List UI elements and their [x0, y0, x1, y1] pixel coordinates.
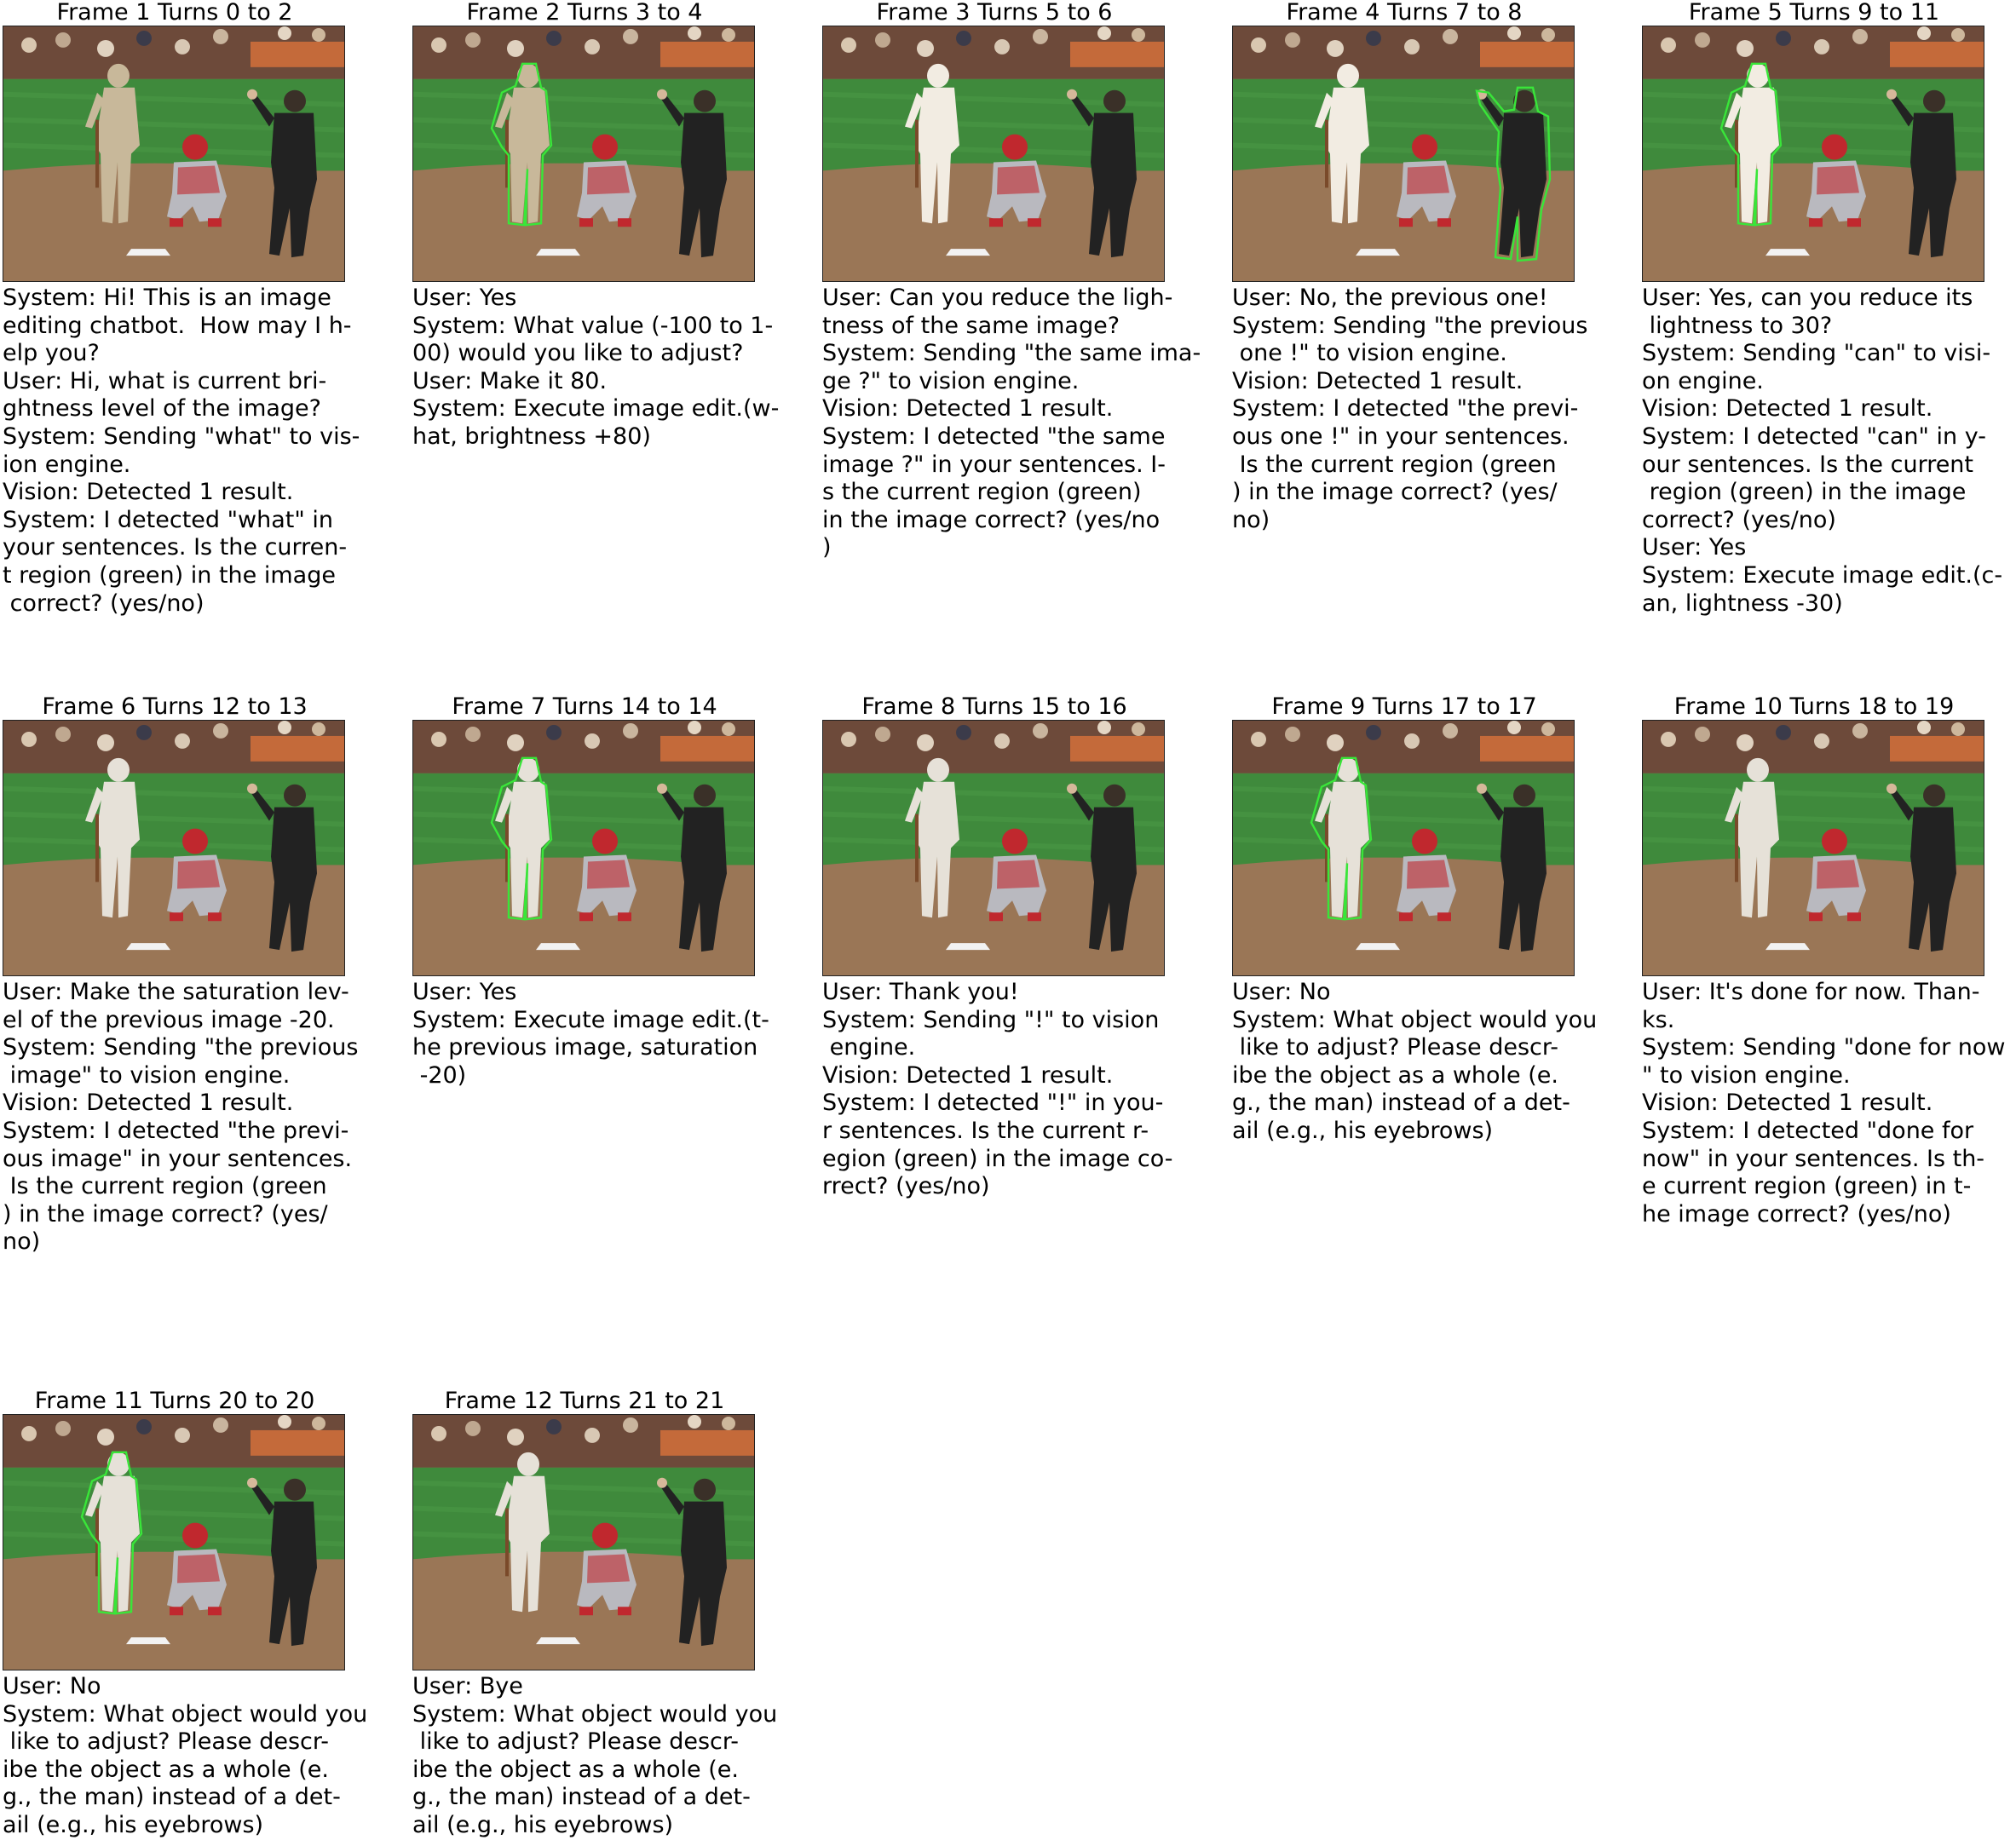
baseball-scene-image: [412, 26, 755, 282]
dugout-wall: [1480, 735, 1574, 762]
frame-title: Frame 7 Turns 14 to 14: [452, 693, 717, 720]
dugout-wall: [660, 735, 754, 762]
home-plate: [536, 249, 580, 256]
home-plate: [946, 249, 990, 256]
dialog-text: User: It's done for now. Than- ks. Syste…: [1642, 979, 2006, 1228]
frame-title: Frame 11 Turns 20 to 20: [34, 1388, 315, 1414]
dialog-text: User: Yes System: Execute image edit.(t-…: [412, 979, 769, 1089]
frame-title: Frame 12 Turns 21 to 21: [444, 1388, 725, 1414]
dugout-wall: [660, 1429, 754, 1456]
dialog-text: User: Yes System: What value (-100 to 1-…: [412, 285, 780, 450]
home-plate: [946, 943, 990, 951]
baseball-scene-image: [3, 720, 345, 976]
dugout-wall: [1070, 735, 1164, 762]
baseball-scene-image: [3, 26, 345, 282]
dugout-wall: [251, 735, 344, 762]
baseball-scene-image: [1642, 26, 1984, 282]
home-plate: [1765, 249, 1810, 256]
dialog-text: User: No System: What object would you l…: [1232, 979, 1598, 1144]
baseball-scene-image: [1232, 720, 1575, 976]
dialog-text: User: Bye System: What object would you …: [412, 1673, 778, 1838]
baseball-scene-image: [822, 720, 1165, 976]
baseball-scene-image: [822, 26, 1165, 282]
frame-title: Frame 2 Turns 3 to 4: [466, 0, 703, 26]
dugout-wall: [1070, 41, 1164, 67]
frame-title: Frame 9 Turns 17 to 17: [1271, 693, 1537, 720]
baseball-scene-image: [412, 720, 755, 976]
dugout-wall: [251, 1429, 344, 1456]
dialog-text: User: Yes, can you reduce its lightness …: [1642, 285, 2003, 617]
frame-title: Frame 4 Turns 7 to 8: [1286, 0, 1523, 26]
dugout-wall: [1890, 735, 1984, 762]
frame-title: Frame 8 Turns 15 to 16: [861, 693, 1127, 720]
dialog-text: User: Thank you! System: Sending "!" to …: [822, 979, 1173, 1200]
frame-title: Frame 1 Turns 0 to 2: [56, 0, 293, 26]
frame-title: Frame 3 Turns 5 to 6: [876, 0, 1113, 26]
home-plate: [126, 249, 170, 256]
dugout-wall: [660, 41, 754, 67]
dugout-wall: [1890, 41, 1984, 67]
home-plate: [1765, 943, 1810, 951]
frame-title: Frame 10 Turns 18 to 19: [1673, 693, 1955, 720]
home-plate: [126, 943, 170, 951]
home-plate: [126, 1637, 170, 1645]
frame-title: Frame 6 Turns 12 to 13: [42, 693, 308, 720]
baseball-scene-image: [1642, 720, 1984, 976]
dugout-wall: [1480, 41, 1574, 67]
frame-title: Frame 5 Turns 9 to 11: [1688, 0, 1940, 26]
home-plate: [536, 943, 580, 951]
home-plate: [1356, 249, 1400, 256]
dialog-text: User: Can you reduce the ligh- tness of …: [822, 285, 1201, 561]
dialog-text: User: Make the saturation lev- el of the…: [3, 979, 359, 1256]
home-plate: [536, 1637, 580, 1645]
dialog-text: User: No, the previous one! System: Send…: [1232, 285, 1588, 533]
dugout-wall: [251, 41, 344, 67]
home-plate: [1356, 943, 1400, 951]
baseball-scene-image: [1232, 26, 1575, 282]
dialog-text: User: No System: What object would you l…: [3, 1673, 368, 1838]
baseball-scene-image: [412, 1414, 755, 1670]
dialog-text: System: Hi! This is an image editing cha…: [3, 285, 360, 617]
baseball-scene-image: [3, 1414, 345, 1670]
